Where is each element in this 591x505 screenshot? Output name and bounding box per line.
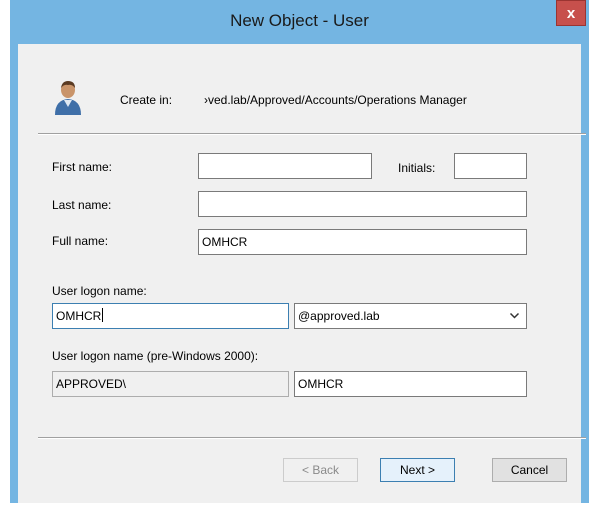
domain-select[interactable]: @approved.lab (294, 303, 527, 329)
last-name-label: Last name: (52, 198, 112, 212)
top-separator (38, 133, 586, 135)
create-in-path: ›ved.lab/Approved/Accounts/Operations Ma… (204, 93, 467, 107)
initials-label: Initials: (398, 161, 436, 175)
pre2000-domain-field: APPROVED\ (52, 371, 289, 397)
close-icon: x (566, 4, 576, 22)
back-button[interactable]: < Back (283, 458, 358, 482)
logon-name-field[interactable]: OMHCR (52, 303, 289, 329)
create-in-label: Create in: (120, 93, 173, 107)
full-name-label: Full name: (52, 234, 109, 248)
title-bar[interactable]: New Object - User x (10, 0, 589, 44)
pre2000-name-field[interactable]: OMHCR (294, 371, 527, 397)
dialog-client-area: Create in: ›ved.lab/Approved/Accounts/Op… (18, 44, 586, 503)
chevron-down-icon (509, 312, 520, 319)
last-name-field[interactable] (198, 191, 527, 217)
first-name-field[interactable] (198, 153, 372, 179)
cancel-button[interactable]: Cancel (492, 458, 567, 482)
pre2000-label: User logon name (pre-Windows 2000): (52, 349, 259, 363)
text-caret (102, 308, 104, 322)
window-title: New Object - User (230, 11, 369, 30)
logon-name-value: OMHCR (56, 309, 102, 323)
user-icon (55, 81, 81, 115)
close-button[interactable]: x (556, 0, 586, 26)
first-name-label: First name: (52, 160, 113, 174)
full-name-field[interactable]: OMHCR (198, 229, 527, 255)
domain-select-value: @approved.lab (298, 309, 380, 323)
initials-field[interactable] (454, 153, 527, 179)
next-button[interactable]: Next > (380, 458, 455, 482)
bottom-separator (38, 437, 586, 439)
logon-name-label: User logon name: (52, 284, 147, 298)
dialog-window: New Object - User x Create in: ›ved.lab/… (10, 0, 589, 503)
